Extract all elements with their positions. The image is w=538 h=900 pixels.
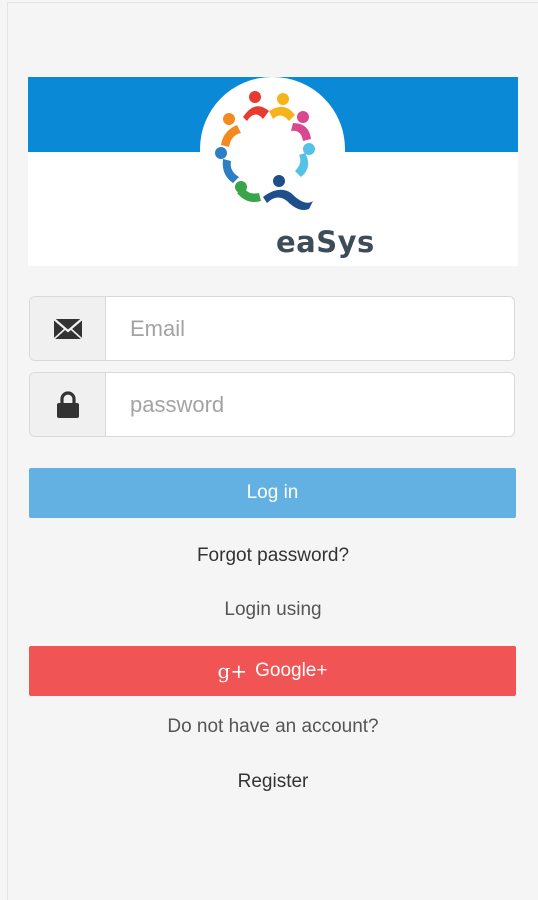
google-button-label: Google+ [255,660,328,681]
people-circle-logo-icon [215,91,315,210]
password-input-group [29,372,515,437]
no-account-label: Do not have an account? [167,716,379,737]
register-link[interactable]: Register [0,771,538,793]
login-button-label: Log in [246,482,299,503]
login-using-label: Login using [224,599,322,620]
lock-icon [56,390,79,418]
login-button[interactable]: Log in [29,468,516,518]
envelope-icon [52,317,83,340]
email-input[interactable] [106,297,514,360]
email-addon [30,297,106,360]
header-banner: eaSys [28,77,518,266]
email-input-group [29,296,515,361]
password-input[interactable] [106,373,514,436]
brand-name: eaSys [276,225,375,259]
password-addon [30,373,106,436]
google-login-button[interactable]: g+ Google+ [29,646,516,696]
google-plus-icon: g+ [217,659,248,683]
forgot-password-link[interactable]: Forgot password? [0,545,538,567]
